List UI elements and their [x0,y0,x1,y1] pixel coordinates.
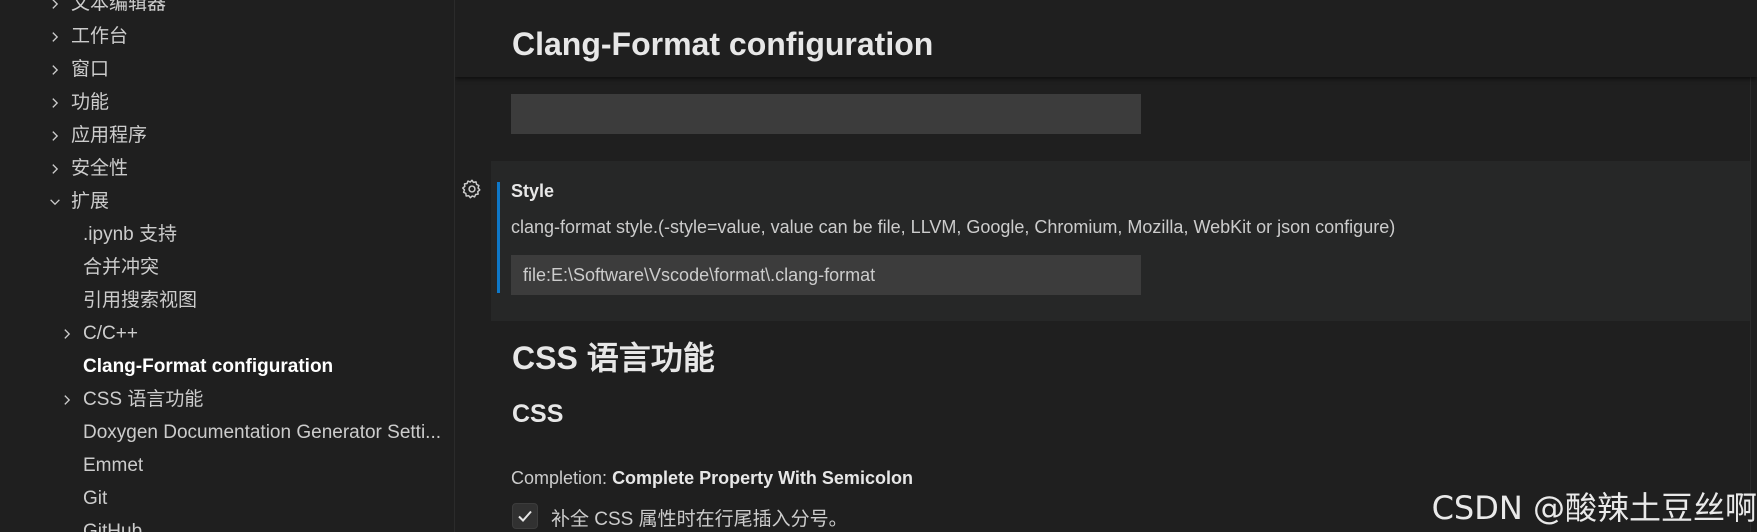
style-setting-focused [491,161,1757,321]
css-subsection-heading: CSS [512,400,564,428]
tree-item[interactable]: GitHub [0,517,453,532]
chevron-right-icon[interactable] [58,385,76,415]
check-icon [518,510,532,522]
tree-item-label: Clang-Format configuration [83,356,334,377]
tree-item-label: 合并冲突 [83,257,160,278]
tree-item-label: 功能 [71,92,110,113]
tree-item[interactable]: 功能 [0,88,453,118]
settings-editor: Clang-Format configuration Style clang-f… [455,0,1757,532]
tree-item-label: 窗口 [71,59,110,80]
tree-item[interactable]: 窗口 [0,55,453,85]
sticky-header: Clang-Format configuration [455,0,1757,77]
tree-item-label: 工作台 [71,26,129,47]
tree-item[interactable]: C/C++ [0,319,453,349]
semicolon-checkbox[interactable] [512,503,538,529]
tree-item[interactable]: 引用搜索视图 [0,286,453,316]
tree-item-label: 安全性 [71,158,129,179]
semicolon-checkbox-label: 补全 CSS 属性时在行尾插入分号。 [551,509,848,530]
chevron-right-icon[interactable] [46,88,64,118]
style-setting-title: Style [511,181,555,201]
css-section-heading: CSS 语言功能 [512,340,715,376]
tree-item-label: Git [83,488,108,509]
completion-category: Completion: [511,468,613,488]
settings-tree: 文本编辑器工作台窗口功能应用程序安全性扩展 .ipynb 支持 合并冲突引用搜索视图… [0,0,455,532]
chevron-right-icon[interactable] [46,0,64,19]
watermark: CSDN @酸辣土豆丝啊 [1431,489,1757,527]
chevron-right-icon[interactable] [58,319,76,349]
tree-item[interactable]: 工作台 [0,22,453,52]
chevron-right-icon[interactable] [46,121,64,151]
chevron-right-icon[interactable] [46,154,64,184]
chevron-right-icon[interactable] [46,55,64,85]
tree-item[interactable]: 文本编辑器 [0,0,453,19]
tree-item-label: CSS 语言功能 [83,389,204,410]
chevron-down-icon[interactable] [46,187,64,217]
tree-item[interactable]: 应用程序 [0,121,453,151]
tree-item-label: 应用程序 [71,125,148,146]
tree-item-label: Doxygen Documentation Generator Setti... [83,422,442,443]
style-setting-description: clang-format style.(-style=value, value … [511,217,1396,237]
tree-item[interactable]: 扩展 [0,187,453,217]
tree-item[interactable]: Git [0,484,453,514]
tree-item-label: GitHub [83,521,143,532]
tree-item[interactable]: .ipynb 支持 [0,220,453,250]
completion-setting-title: Completion: Complete Property With Semic… [511,468,913,489]
sticky-section-title: Clang-Format configuration [512,26,934,62]
tree-item-label: 文本编辑器 [71,0,167,14]
tree-item[interactable]: CSS 语言功能 [0,385,453,415]
scrollbar[interactable] [1750,77,1757,532]
tree-item[interactable]: Emmet [0,451,453,481]
tree-item-label: Emmet [83,455,144,476]
tree-item-label: C/C++ [83,323,138,344]
tree-item[interactable]: 安全性 [0,154,453,184]
tree-item[interactable]: 合并冲突 [0,253,453,283]
completion-name: Complete Property With Semicolon [612,468,913,488]
chevron-right-icon[interactable] [46,22,64,52]
setting-text-input[interactable] [511,94,1141,134]
focus-indicator [497,182,500,293]
tree-item-label: 引用搜索视图 [83,290,198,311]
gear-icon[interactable] [461,178,483,200]
tree-item[interactable]: Doxygen Documentation Generator Setti... [0,418,453,448]
tree-item-label: 扩展 [71,191,110,212]
style-input[interactable] [511,255,1141,295]
tree-item-label: .ipynb 支持 [83,224,177,245]
tree-item[interactable]: Clang-Format configuration [0,352,453,382]
